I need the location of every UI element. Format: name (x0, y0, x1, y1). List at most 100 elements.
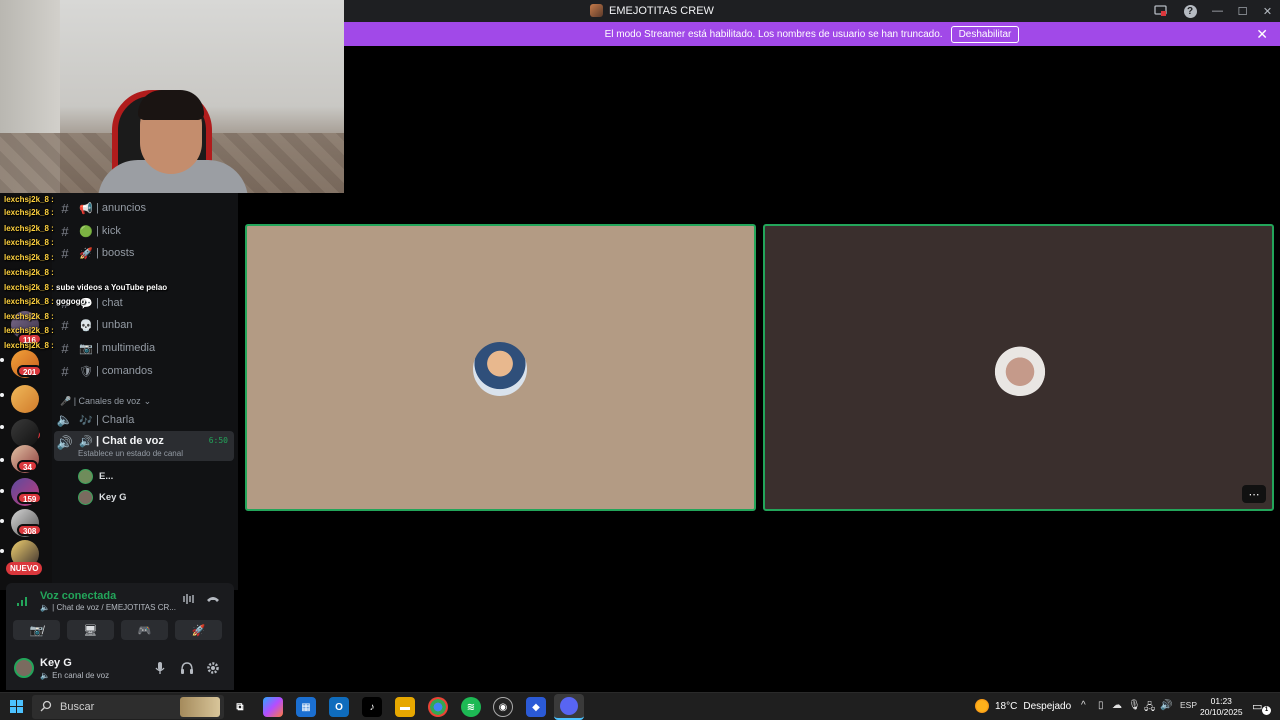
search-placeholder: Buscar (60, 701, 95, 713)
search-highlight-image (180, 697, 220, 717)
channel-label: | unban (96, 319, 133, 331)
user-status: 🔈 En canal de voz (40, 671, 110, 680)
chat-line: lexchsj2k_8 : (4, 326, 54, 335)
windows-start-icon[interactable] (10, 700, 23, 713)
outlook-icon[interactable]: O (329, 697, 349, 717)
weather-widget[interactable]: 18°C Despejado (975, 699, 1071, 713)
search-icon (40, 700, 52, 715)
mention-badge: 308 (17, 524, 43, 536)
new-badge: NUEVO (6, 562, 43, 575)
chat-line: lexchsj2k_8 : sube videos a YouTube pela… (4, 283, 168, 292)
minimize-button[interactable]: — (1205, 0, 1230, 22)
server-icon[interactable] (11, 385, 39, 413)
task-view-icon[interactable]: ⧉ (230, 697, 250, 717)
clock[interactable]: 01:23 20/10/2025 (1200, 696, 1243, 718)
channel-label: | chat (96, 297, 123, 309)
microphone-icon[interactable] (154, 661, 166, 678)
spotify-icon[interactable]: ≋ (461, 697, 481, 717)
channel-comandos[interactable]: # 🛡 | comandos (54, 360, 234, 382)
participant-avatar (473, 342, 527, 396)
help-icon: ? (1183, 4, 1197, 18)
participant-avatar (993, 342, 1047, 396)
discord-taskbar-button[interactable] (554, 694, 584, 720)
disable-streamer-mode-button[interactable]: Deshabilitar (950, 25, 1020, 43)
settings-gear-icon[interactable] (206, 661, 220, 678)
server-icon[interactable] (11, 419, 39, 447)
app-icon[interactable]: ◆ (526, 697, 546, 717)
maximize-button[interactable]: ☐ (1230, 0, 1255, 22)
notifications-icon[interactable]: ▭ (1252, 700, 1262, 713)
avatar (78, 469, 93, 484)
discord-icon (560, 697, 578, 715)
chat-line: lexchsj2k_8 : (4, 208, 54, 217)
notification-count: 1 (1262, 706, 1271, 715)
chevron-up-icon[interactable]: ^ (1081, 700, 1086, 711)
hash-icon: # (61, 363, 69, 379)
category-voice-channels[interactable]: 🎤 | Canales de voz ⌄ (60, 396, 151, 407)
voice-channel-charla[interactable]: 🔈 🎶 | Charla (54, 409, 234, 431)
file-explorer-icon[interactable]: ▬ (395, 697, 415, 717)
mention-badge: 201 (17, 365, 43, 377)
chat-line: lexchsj2k_8 : (4, 195, 54, 204)
channel-label: | Chat de voz (96, 435, 164, 447)
channel-kick[interactable]: # 🟢 | kick (54, 220, 234, 242)
more-options-button[interactable]: ⋯ (1242, 485, 1266, 503)
copilot-icon[interactable] (263, 697, 283, 717)
chevron-down-icon: ⌄ (143, 396, 152, 406)
voice-status-channel[interactable]: 🔈 | Chat de voz / EMEJOTITAS CR... (40, 603, 176, 612)
camera-off-button[interactable]: 📷̸ (13, 620, 60, 640)
voice-channel-chat-de-voz[interactable]: 🔊 🔊 | Chat de voz 6:50 Establece un esta… (54, 431, 234, 461)
hash-icon: # (61, 223, 69, 239)
language-indicator[interactable]: ESP (1180, 700, 1197, 710)
obs-icon[interactable]: ◉ (493, 697, 513, 717)
disconnect-icon[interactable] (206, 593, 220, 607)
microphone-tray-icon[interactable]: 🎙 (1128, 700, 1141, 711)
device-icon[interactable]: ▯ (1098, 700, 1104, 711)
banner-close-icon[interactable]: ✕ (1256, 26, 1268, 43)
volume-icon[interactable]: 🔊 (1160, 700, 1172, 711)
channel-label: | Charla (96, 414, 135, 426)
voice-user[interactable]: E... (78, 469, 113, 484)
close-window-button[interactable]: ✕ (1255, 0, 1280, 22)
soundboard-button[interactable]: 🚀 (175, 620, 222, 640)
channel-unban[interactable]: # 💀 | unban (54, 314, 234, 336)
channel-multimedia[interactable]: # 📷 | multimedia (54, 337, 234, 359)
chat-line: lexchsj2k_8 : (4, 238, 54, 247)
signal-icon[interactable] (16, 595, 30, 610)
webcam-overlay (0, 0, 344, 193)
screen: EMEJOTITAS CREW ? — ☐ ✕ El modo Streamer… (0, 0, 1280, 720)
channel-boosts[interactable]: # 🚀 | boosts (54, 242, 234, 264)
participant-tile[interactable]: ⋯ (763, 224, 1274, 511)
help-button[interactable]: ? (1175, 0, 1205, 22)
noise-suppression-icon[interactable] (182, 593, 196, 608)
channel-anuncios[interactable]: # 📢 | anuncios (54, 197, 234, 219)
weather-text: Despejado (1023, 700, 1072, 712)
weather-sun-icon (975, 699, 989, 713)
hash-icon: # (61, 200, 69, 216)
cloud-icon[interactable]: ☁ (1112, 700, 1122, 711)
voice-user[interactable]: Key G (78, 490, 126, 505)
channel-sidebar: # 📢 | anuncios # 🟢 | kick # 🚀 | boosts #… (52, 193, 238, 590)
user-panel: Key G 🔈 En canal de voz (6, 645, 234, 690)
banner-text: El modo Streamer está habilitado. Los no… (604, 28, 943, 40)
participant-tile[interactable] (245, 224, 756, 511)
mention-badge: 34 (17, 460, 38, 472)
network-icon[interactable]: 🖧 (1144, 700, 1155, 717)
speaker-icon: 🔈 (56, 412, 74, 427)
taskbar-search[interactable]: Buscar (32, 695, 224, 719)
tiktok-icon[interactable]: ♪ (362, 697, 382, 717)
share-screen-button[interactable]: 🖥 (67, 620, 114, 640)
channel-label: | kick (96, 225, 121, 237)
activities-button[interactable]: 🎮 (121, 620, 168, 640)
voice-connection-panel: Voz conectada 🔈 | Chat de voz / EMEJOTIT… (6, 583, 234, 645)
screen-share-icon[interactable] (1145, 0, 1175, 22)
taskbar: Buscar ⧉ ▦ O ♪ ▬ ≋ ◉ ◆ 18°C Despejado ^ … (0, 692, 1280, 720)
store-icon[interactable]: ▦ (296, 697, 316, 717)
avatar (78, 490, 93, 505)
chat-line: lexchsj2k_8 : gogogo (4, 297, 86, 306)
chrome-icon[interactable] (428, 697, 448, 717)
channel-status-hint[interactable]: Establece un estado de canal (78, 449, 183, 458)
headphones-icon[interactable] (180, 661, 194, 678)
avatar[interactable] (14, 658, 34, 678)
user-name[interactable]: Key G (40, 657, 72, 669)
